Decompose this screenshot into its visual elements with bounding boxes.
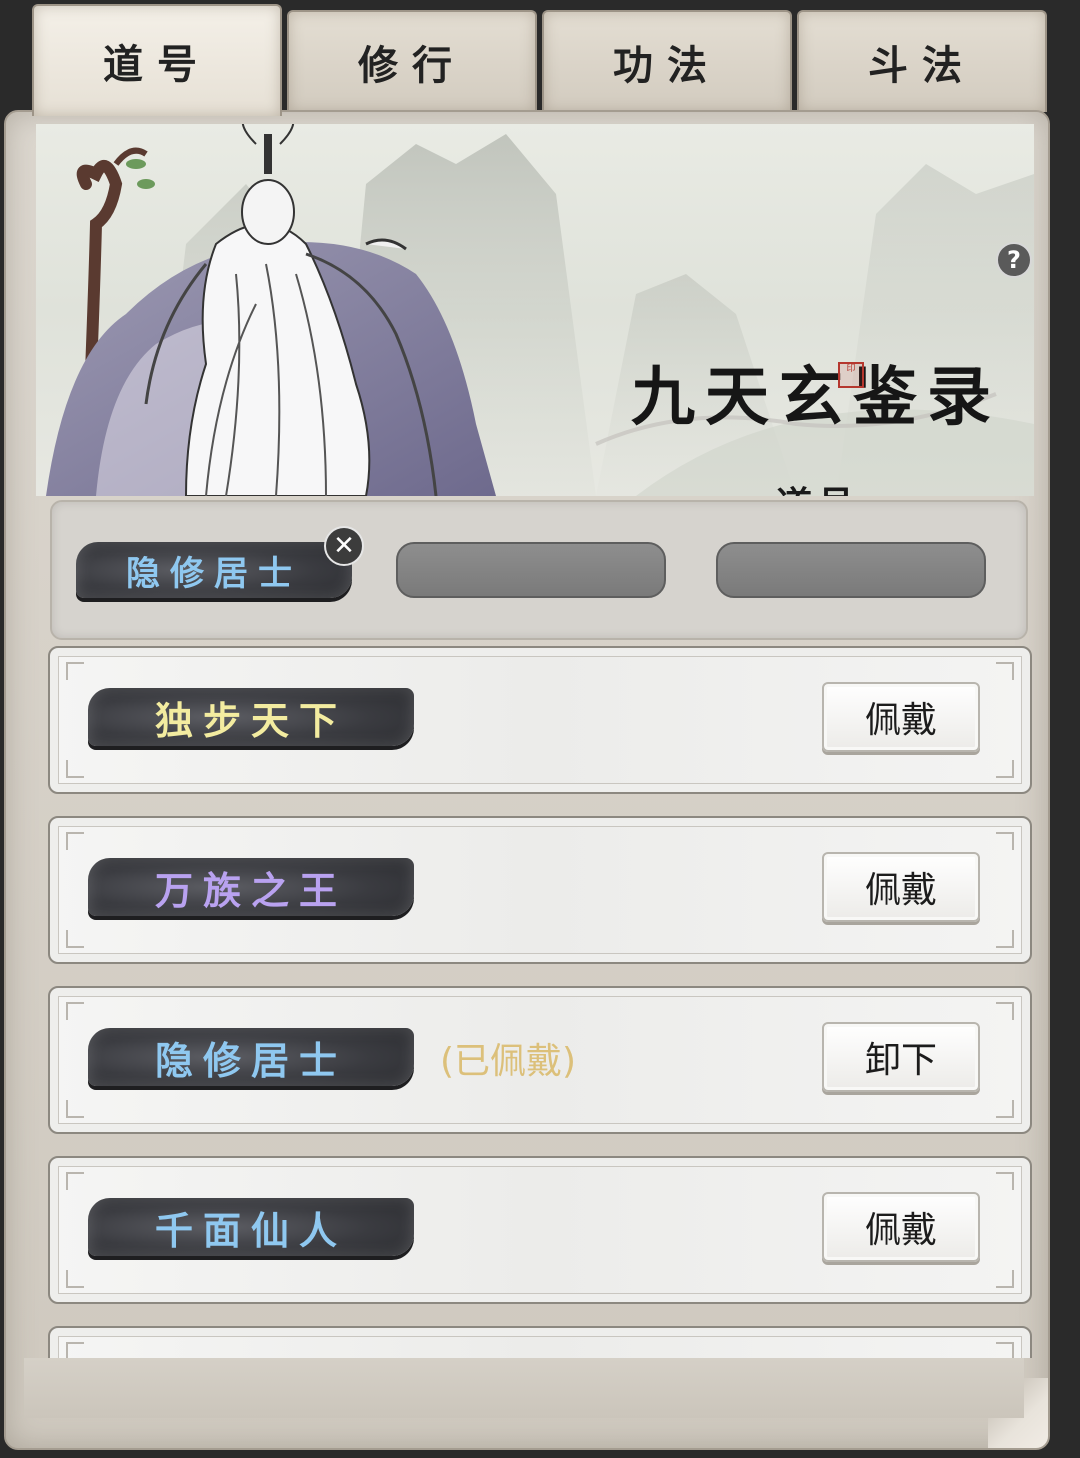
equipped-slot-3[interactable] <box>716 542 986 598</box>
ink-landscape-illustration <box>46 124 1034 496</box>
title-banner: 九天玄鉴录 道号 <box>36 124 1034 496</box>
title-plaque: 千面仙人 <box>88 1198 414 1256</box>
list-item: 独步天下 佩戴 <box>48 646 1032 794</box>
title-plaque: 独步天下 <box>88 688 414 746</box>
wear-button[interactable]: 佩戴 <box>822 1192 980 1262</box>
equipped-title-slots: 隐修居士 ✕ <box>50 500 1028 640</box>
title-list: 独步天下 佩戴 万族之王 佩戴 隐修居士 (已佩戴) 卸下 千面仙人 佩戴 <box>48 646 1032 1358</box>
title-plaque: 隐修居士 <box>88 1028 414 1086</box>
equipped-slot-2[interactable] <box>396 542 666 598</box>
seal-stamp: 印 <box>838 362 864 388</box>
banner-title: 九天玄鉴录 <box>631 360 1001 435</box>
close-icon[interactable]: ✕ <box>324 526 364 566</box>
list-item: 万族之王 佩戴 <box>48 816 1032 964</box>
wear-button[interactable]: 佩戴 <box>822 852 980 922</box>
list-item <box>48 1326 1032 1358</box>
unequip-button[interactable]: 卸下 <box>822 1022 980 1092</box>
list-item: 隐修居士 (已佩戴) 卸下 <box>48 986 1032 1134</box>
question-icon[interactable]: ? <box>996 242 1032 278</box>
equipped-slot-1[interactable]: 隐修居士 <box>76 542 352 598</box>
title-plaque: 万族之王 <box>88 858 414 916</box>
tab-daohao[interactable]: 道号 <box>32 4 282 116</box>
list-item: 千面仙人 佩戴 <box>48 1156 1032 1304</box>
worn-status-label: (已佩戴) <box>440 1041 577 1082</box>
tab-doufa[interactable]: 斗法 <box>797 10 1047 112</box>
wear-button[interactable]: 佩戴 <box>822 682 980 752</box>
tab-xiuxing[interactable]: 修行 <box>287 10 537 112</box>
tab-gongfa[interactable]: 功法 <box>542 10 792 112</box>
banner-subtitle: 道号 <box>776 476 860 496</box>
tab-bar: 道号 修行 功法 斗法 <box>30 4 1052 116</box>
panel-footer <box>24 1358 1024 1418</box>
